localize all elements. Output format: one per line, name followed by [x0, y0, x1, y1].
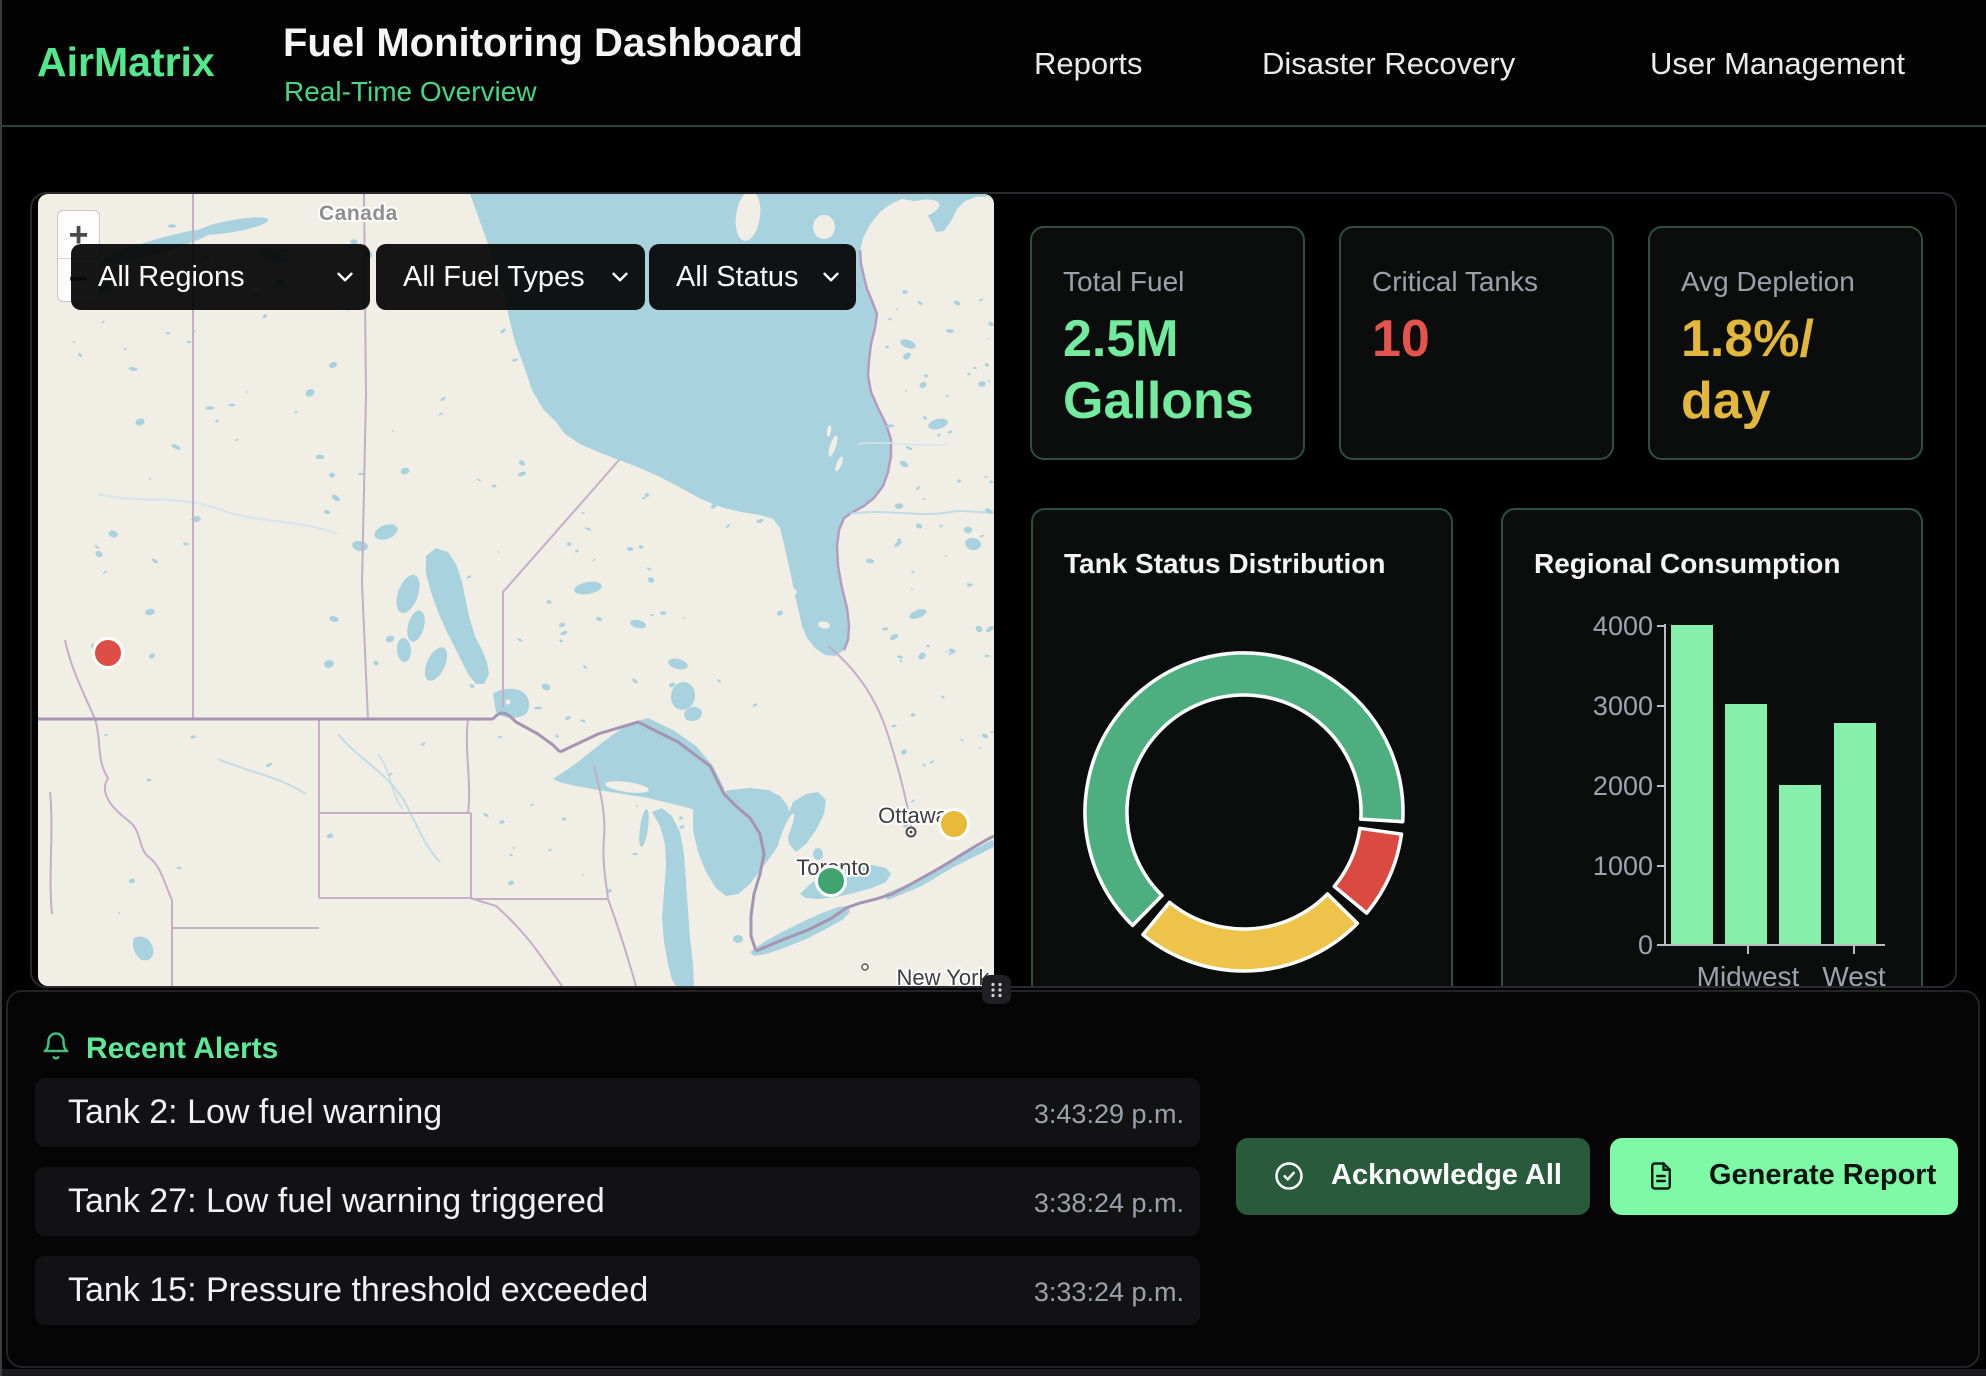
svg-text:West: West — [1822, 961, 1885, 988]
svg-text:New York: New York — [897, 965, 991, 986]
svg-text:Midwest: Midwest — [1697, 961, 1800, 988]
svg-text:2000: 2000 — [1593, 771, 1653, 801]
svg-text:3000: 3000 — [1593, 691, 1653, 721]
svg-text:4000: 4000 — [1593, 611, 1653, 641]
svg-text:1000: 1000 — [1593, 851, 1653, 881]
svg-text:Canada: Canada — [319, 202, 398, 225]
svg-text:0: 0 — [1638, 930, 1653, 960]
